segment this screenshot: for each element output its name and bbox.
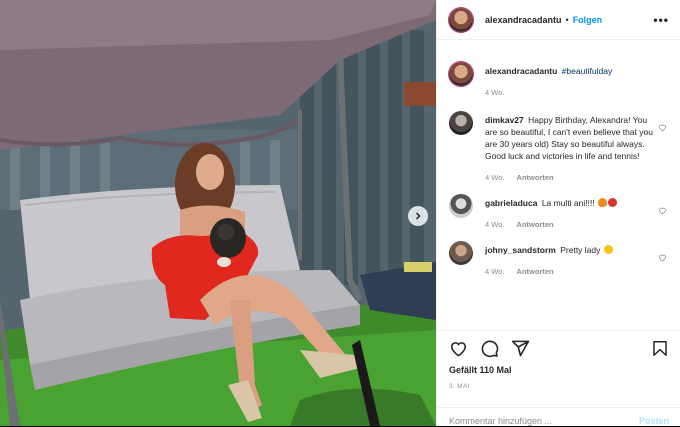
post-comment-button[interactable]: Posten [639, 410, 669, 426]
share-icon[interactable] [511, 339, 530, 358]
caption-row: alexandracadantu #beautifulday 4 Wo. [437, 52, 680, 99]
tennis-ball-emoji-icon [608, 198, 618, 207]
comment-meta: 4 Wo. Antworten [485, 266, 613, 278]
comment-input[interactable] [449, 409, 639, 426]
caption-hashtag[interactable]: #beautifulday [562, 66, 613, 76]
more-options-icon[interactable]: ••• [653, 13, 669, 27]
instagram-post: alexandracadantu • Folgen ••• alexandrac… [0, 0, 680, 426]
comment-age[interactable]: 4 Wo. [485, 220, 504, 229]
comment-row: gabrieladuca La multi ani!!!! 4 Wo. Antw… [437, 184, 680, 231]
comment-body: gabrieladuca La multi ani!!!! 4 Wo. Antw… [485, 184, 618, 231]
comment-text: La multi ani!!!! [541, 198, 595, 208]
reply-button[interactable]: Antworten [517, 173, 554, 182]
comment-meta: 4 Wo. Antworten [485, 172, 653, 184]
avatar[interactable] [449, 62, 473, 86]
post-header: alexandracadantu • Folgen ••• [437, 0, 680, 40]
chevron-right-icon [415, 212, 421, 220]
comment-row: johny_sandstorm Pretty lady 4 Wo. Antwor… [437, 231, 680, 278]
photo-illustration [0, 0, 436, 426]
heart-icon[interactable] [449, 339, 468, 358]
caption-username[interactable]: alexandracadantu [485, 66, 557, 76]
comment-meta: 4 Wo. Antworten [485, 219, 617, 231]
like-comment-heart-icon[interactable] [658, 206, 667, 215]
comment-username[interactable]: dimkav27 [485, 115, 524, 125]
comment-body: dimkav27 Happy Birthday, Alexandra! You … [485, 101, 653, 184]
caption-body: alexandracadantu #beautifulday 4 Wo. [485, 52, 612, 99]
likes-count[interactable]: Gefällt 110 Mal [449, 365, 512, 375]
actions-bar: Gefällt 110 Mal 3. MAI Posten [437, 330, 680, 426]
add-comment-bar: Posten [437, 407, 680, 427]
avatar[interactable] [449, 241, 473, 265]
comment-username[interactable]: gabrieladuca [485, 198, 537, 208]
caption-age[interactable]: 4 Wo. [485, 88, 504, 97]
comment-text: Pretty lady [560, 245, 601, 255]
post-side-panel: alexandracadantu • Folgen ••• alexandrac… [436, 0, 680, 426]
comment-username[interactable]: johny_sandstorm [485, 245, 556, 255]
avatar[interactable] [449, 7, 473, 32]
reply-button[interactable]: Antworten [517, 220, 554, 229]
bookmark-icon[interactable] [651, 339, 669, 358]
comments-list: alexandracadantu #beautifulday 4 Wo. dim… [437, 52, 680, 278]
like-comment-heart-icon[interactable] [658, 253, 667, 262]
comment-age[interactable]: 4 Wo. [485, 173, 504, 182]
like-comment-heart-icon[interactable] [658, 123, 667, 132]
author-username[interactable]: alexandracadantu [485, 15, 562, 25]
avatar[interactable] [449, 111, 473, 135]
caption-meta: 4 Wo. [485, 87, 612, 99]
post-photo[interactable] [0, 0, 436, 426]
follow-button[interactable]: Folgen [573, 15, 603, 25]
comment-age[interactable]: 4 Wo. [485, 267, 504, 276]
comment-body: johny_sandstorm Pretty lady 4 Wo. Antwor… [485, 231, 613, 278]
action-icons [449, 339, 530, 358]
reply-button[interactable]: Antworten [517, 267, 554, 276]
comment-icon[interactable] [480, 339, 499, 358]
next-photo-button[interactable] [408, 206, 428, 226]
avatar[interactable] [449, 194, 473, 218]
fire-emoji-icon [598, 198, 608, 207]
post-date[interactable]: 3. MAI [449, 383, 470, 390]
grin-emoji-icon [603, 245, 613, 254]
separator-dot: • [565, 14, 569, 25]
comment-row: dimkav27 Happy Birthday, Alexandra! You … [437, 101, 680, 184]
